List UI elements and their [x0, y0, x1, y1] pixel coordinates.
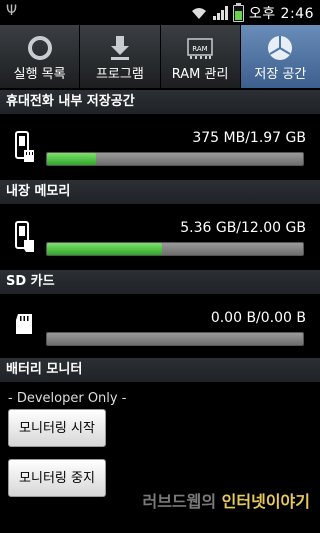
signal-icon: [212, 6, 228, 20]
tab-label: 실행 목록: [13, 67, 66, 82]
storage-row-internal: 5.36 GB/12.00 GB: [0, 204, 320, 270]
svg-text:RAM: RAM: [192, 45, 207, 53]
sd-card-bar: [46, 332, 304, 346]
tab-label: 프로그램: [95, 67, 144, 82]
phone-storage-icon: [14, 130, 36, 168]
tab-bar: 실행 목록 프로그램 RAM RAM 관리 저장 공간: [0, 25, 320, 89]
download-icon: [106, 34, 134, 62]
battery-charging-icon: [232, 2, 244, 22]
pie-chart-icon: [266, 34, 294, 62]
status-right: 오후 2:46: [190, 2, 314, 23]
section-header-sd-card: SD 카드: [0, 270, 320, 294]
phone-storage-bar: [46, 152, 304, 166]
section-header-phone-storage: 휴대전화 내부 저장공간: [0, 90, 320, 114]
internal-memory-bar-fill: [47, 243, 163, 255]
usb-icon: Ψ: [6, 3, 18, 19]
ram-chip-icon: RAM: [186, 34, 214, 62]
sd-card-amount: 0.00 B/0.00 B: [210, 310, 306, 326]
tab-storage[interactable]: 저장 공간: [240, 25, 320, 88]
tab-programs[interactable]: 프로그램: [80, 25, 161, 88]
stop-monitoring-button[interactable]: 모니터링 중지: [8, 459, 106, 497]
internal-memory-icon: [14, 220, 36, 258]
wifi-icon: [191, 8, 206, 19]
section-header-battery-monitor: 배터리 모니터: [0, 358, 320, 382]
status-bar: Ψ 오후 2:46: [0, 0, 320, 25]
storage-row-phone: 375 MB/1.97 GB: [0, 114, 320, 180]
tab-ram-manage[interactable]: RAM RAM 관리: [161, 25, 241, 88]
internal-memory-bar: [46, 242, 304, 256]
clock: 오후 2:46: [248, 6, 314, 22]
phone-storage-bar-fill: [47, 153, 96, 165]
phone-storage-amount: 375 MB/1.97 GB: [192, 130, 306, 146]
watermark: 러브드웹의 인터넷이야기: [142, 488, 310, 512]
running-list-icon: [26, 34, 54, 62]
storage-row-sd: 0.00 B/0.00 B: [0, 294, 320, 356]
tab-running-list[interactable]: 실행 목록: [0, 25, 81, 88]
watermark-highlight: 인터넷이야기: [221, 492, 310, 511]
tab-label: 저장 공간: [254, 67, 307, 82]
internal-memory-amount: 5.36 GB/12.00 GB: [180, 220, 306, 236]
developer-only-note: - Developer Only -: [8, 391, 127, 406]
start-monitoring-button[interactable]: 모니터링 시작: [8, 409, 106, 447]
tab-label: RAM 관리: [171, 67, 229, 82]
sd-card-icon: [14, 312, 36, 340]
watermark-prefix: 러브드웹의: [142, 492, 217, 511]
section-header-internal-memory: 내장 메모리: [0, 180, 320, 204]
